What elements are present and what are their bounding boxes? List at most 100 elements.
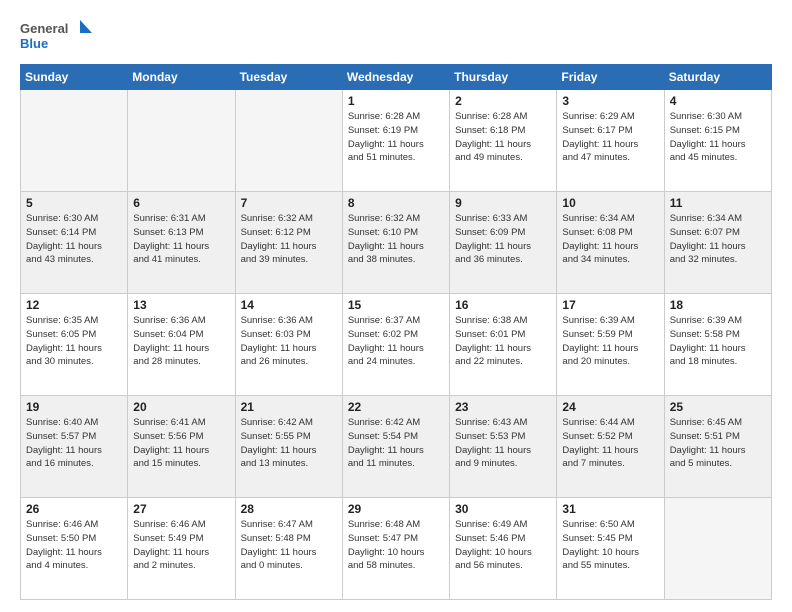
col-header-thursday: Thursday <box>450 65 557 90</box>
day-info: Sunrise: 6:41 AMSunset: 5:56 PMDaylight:… <box>133 416 229 471</box>
day-number: 23 <box>455 400 551 414</box>
day-info: Sunrise: 6:36 AMSunset: 6:03 PMDaylight:… <box>241 314 337 369</box>
svg-text:Blue: Blue <box>20 36 48 51</box>
day-number: 27 <box>133 502 229 516</box>
day-number: 1 <box>348 94 444 108</box>
day-number: 9 <box>455 196 551 210</box>
week-row-0: 1 Sunrise: 6:28 AMSunset: 6:19 PMDaylight… <box>21 90 772 192</box>
week-row-2: 12Sunrise: 6:35 AMSunset: 6:05 PMDayligh… <box>21 294 772 396</box>
col-header-saturday: Saturday <box>664 65 771 90</box>
week-row-1: 5 Sunrise: 6:30 AMSunset: 6:14 PMDaylight… <box>21 192 772 294</box>
day-cell: 28 Sunrise: 6:47 AMSunset: 5:48 PMDayligh… <box>235 498 342 600</box>
day-info: Sunrise: 6:44 AMSunset: 5:52 PMDaylight:… <box>562 416 658 471</box>
day-cell: 29 Sunrise: 6:48 AMSunset: 5:47 PMDayligh… <box>342 498 449 600</box>
day-cell <box>664 498 771 600</box>
day-cell: 23 Sunrise: 6:43 AMSunset: 5:53 PMDayligh… <box>450 396 557 498</box>
day-cell: 30 Sunrise: 6:49 AMSunset: 5:46 PMDayligh… <box>450 498 557 600</box>
logo-svg: GeneralBlue <box>20 18 92 54</box>
week-row-4: 26Sunrise: 6:46 AMSunset: 5:50 PMDayligh… <box>21 498 772 600</box>
day-info: Sunrise: 6:35 AMSunset: 6:05 PMDaylight:… <box>26 314 122 369</box>
day-cell <box>128 90 235 192</box>
day-number: 21 <box>241 400 337 414</box>
logo: GeneralBlue <box>20 18 92 54</box>
day-info: Sunrise: 6:28 AMSunset: 6:18 PMDaylight:… <box>455 110 551 165</box>
col-header-wednesday: Wednesday <box>342 65 449 90</box>
day-info: Sunrise: 6:32 AMSunset: 6:12 PMDaylight:… <box>241 212 337 267</box>
day-number: 3 <box>562 94 658 108</box>
day-info: Sunrise: 6:43 AMSunset: 5:53 PMDaylight:… <box>455 416 551 471</box>
day-cell: 27 Sunrise: 6:46 AMSunset: 5:49 PMDayligh… <box>128 498 235 600</box>
day-number: 18 <box>670 298 766 312</box>
day-number: 15 <box>348 298 444 312</box>
day-cell: 14Sunrise: 6:36 AMSunset: 6:03 PMDayligh… <box>235 294 342 396</box>
day-info: Sunrise: 6:45 AMSunset: 5:51 PMDaylight:… <box>670 416 766 471</box>
day-cell: 2Sunrise: 6:28 AMSunset: 6:18 PMDaylight… <box>450 90 557 192</box>
day-cell: 10 Sunrise: 6:34 AMSunset: 6:08 PMDayligh… <box>557 192 664 294</box>
day-cell: 18 Sunrise: 6:39 AMSunset: 5:58 PMDayligh… <box>664 294 771 396</box>
day-info: Sunrise: 6:37 AMSunset: 6:02 PMDaylight:… <box>348 314 444 369</box>
day-info: Sunrise: 6:39 AMSunset: 5:58 PMDaylight:… <box>670 314 766 369</box>
day-cell: 8 Sunrise: 6:32 AMSunset: 6:10 PMDaylight… <box>342 192 449 294</box>
day-cell <box>21 90 128 192</box>
day-info: Sunrise: 6:46 AMSunset: 5:49 PMDaylight:… <box>133 518 229 573</box>
day-number: 19 <box>26 400 122 414</box>
day-info: Sunrise: 6:47 AMSunset: 5:48 PMDaylight:… <box>241 518 337 573</box>
day-cell: 20 Sunrise: 6:41 AMSunset: 5:56 PMDayligh… <box>128 396 235 498</box>
day-number: 16 <box>455 298 551 312</box>
day-info: Sunrise: 6:32 AMSunset: 6:10 PMDaylight:… <box>348 212 444 267</box>
header: GeneralBlue <box>20 18 772 54</box>
day-info: Sunrise: 6:28 AMSunset: 6:19 PMDaylight:… <box>348 110 444 165</box>
col-header-friday: Friday <box>557 65 664 90</box>
day-number: 7 <box>241 196 337 210</box>
day-cell: 7 Sunrise: 6:32 AMSunset: 6:12 PMDaylight… <box>235 192 342 294</box>
day-cell: 17Sunrise: 6:39 AMSunset: 5:59 PMDayligh… <box>557 294 664 396</box>
day-cell: 16 Sunrise: 6:38 AMSunset: 6:01 PMDayligh… <box>450 294 557 396</box>
day-number: 31 <box>562 502 658 516</box>
day-cell: 19 Sunrise: 6:40 AMSunset: 5:57 PMDayligh… <box>21 396 128 498</box>
day-info: Sunrise: 6:30 AMSunset: 6:15 PMDaylight:… <box>670 110 766 165</box>
day-info: Sunrise: 6:38 AMSunset: 6:01 PMDaylight:… <box>455 314 551 369</box>
day-number: 29 <box>348 502 444 516</box>
day-info: Sunrise: 6:49 AMSunset: 5:46 PMDaylight:… <box>455 518 551 573</box>
day-number: 6 <box>133 196 229 210</box>
day-number: 10 <box>562 196 658 210</box>
day-number: 8 <box>348 196 444 210</box>
day-info: Sunrise: 6:34 AMSunset: 6:07 PMDaylight:… <box>670 212 766 267</box>
day-info: Sunrise: 6:29 AMSunset: 6:17 PMDaylight:… <box>562 110 658 165</box>
day-info: Sunrise: 6:31 AMSunset: 6:13 PMDaylight:… <box>133 212 229 267</box>
day-info: Sunrise: 6:30 AMSunset: 6:14 PMDaylight:… <box>26 212 122 267</box>
day-info: Sunrise: 6:48 AMSunset: 5:47 PMDaylight:… <box>348 518 444 573</box>
day-cell: 6 Sunrise: 6:31 AMSunset: 6:13 PMDaylight… <box>128 192 235 294</box>
day-cell: 31 Sunrise: 6:50 AMSunset: 5:45 PMDayligh… <box>557 498 664 600</box>
day-number: 25 <box>670 400 766 414</box>
week-row-3: 19 Sunrise: 6:40 AMSunset: 5:57 PMDayligh… <box>21 396 772 498</box>
day-number: 17 <box>562 298 658 312</box>
day-number: 20 <box>133 400 229 414</box>
col-header-tuesday: Tuesday <box>235 65 342 90</box>
day-number: 4 <box>670 94 766 108</box>
day-info: Sunrise: 6:50 AMSunset: 5:45 PMDaylight:… <box>562 518 658 573</box>
day-info: Sunrise: 6:34 AMSunset: 6:08 PMDaylight:… <box>562 212 658 267</box>
day-cell: 4 Sunrise: 6:30 AMSunset: 6:15 PMDaylight… <box>664 90 771 192</box>
day-number: 30 <box>455 502 551 516</box>
day-info: Sunrise: 6:40 AMSunset: 5:57 PMDaylight:… <box>26 416 122 471</box>
day-number: 13 <box>133 298 229 312</box>
day-number: 24 <box>562 400 658 414</box>
day-info: Sunrise: 6:36 AMSunset: 6:04 PMDaylight:… <box>133 314 229 369</box>
svg-text:General: General <box>20 21 68 36</box>
day-cell: 24 Sunrise: 6:44 AMSunset: 5:52 PMDayligh… <box>557 396 664 498</box>
day-cell: 9 Sunrise: 6:33 AMSunset: 6:09 PMDaylight… <box>450 192 557 294</box>
page: GeneralBlue SundayMondayTuesdayWednesday… <box>0 0 792 612</box>
day-cell: 5 Sunrise: 6:30 AMSunset: 6:14 PMDaylight… <box>21 192 128 294</box>
day-header-row: SundayMondayTuesdayWednesdayThursdayFrid… <box>21 65 772 90</box>
day-number: 28 <box>241 502 337 516</box>
day-cell: 22Sunrise: 6:42 AMSunset: 5:54 PMDayligh… <box>342 396 449 498</box>
calendar-table: SundayMondayTuesdayWednesdayThursdayFrid… <box>20 64 772 600</box>
day-cell: 3 Sunrise: 6:29 AMSunset: 6:17 PMDaylight… <box>557 90 664 192</box>
day-info: Sunrise: 6:33 AMSunset: 6:09 PMDaylight:… <box>455 212 551 267</box>
day-cell: 25 Sunrise: 6:45 AMSunset: 5:51 PMDayligh… <box>664 396 771 498</box>
day-cell: 11 Sunrise: 6:34 AMSunset: 6:07 PMDayligh… <box>664 192 771 294</box>
day-number: 5 <box>26 196 122 210</box>
day-number: 11 <box>670 196 766 210</box>
day-cell: 26Sunrise: 6:46 AMSunset: 5:50 PMDayligh… <box>21 498 128 600</box>
